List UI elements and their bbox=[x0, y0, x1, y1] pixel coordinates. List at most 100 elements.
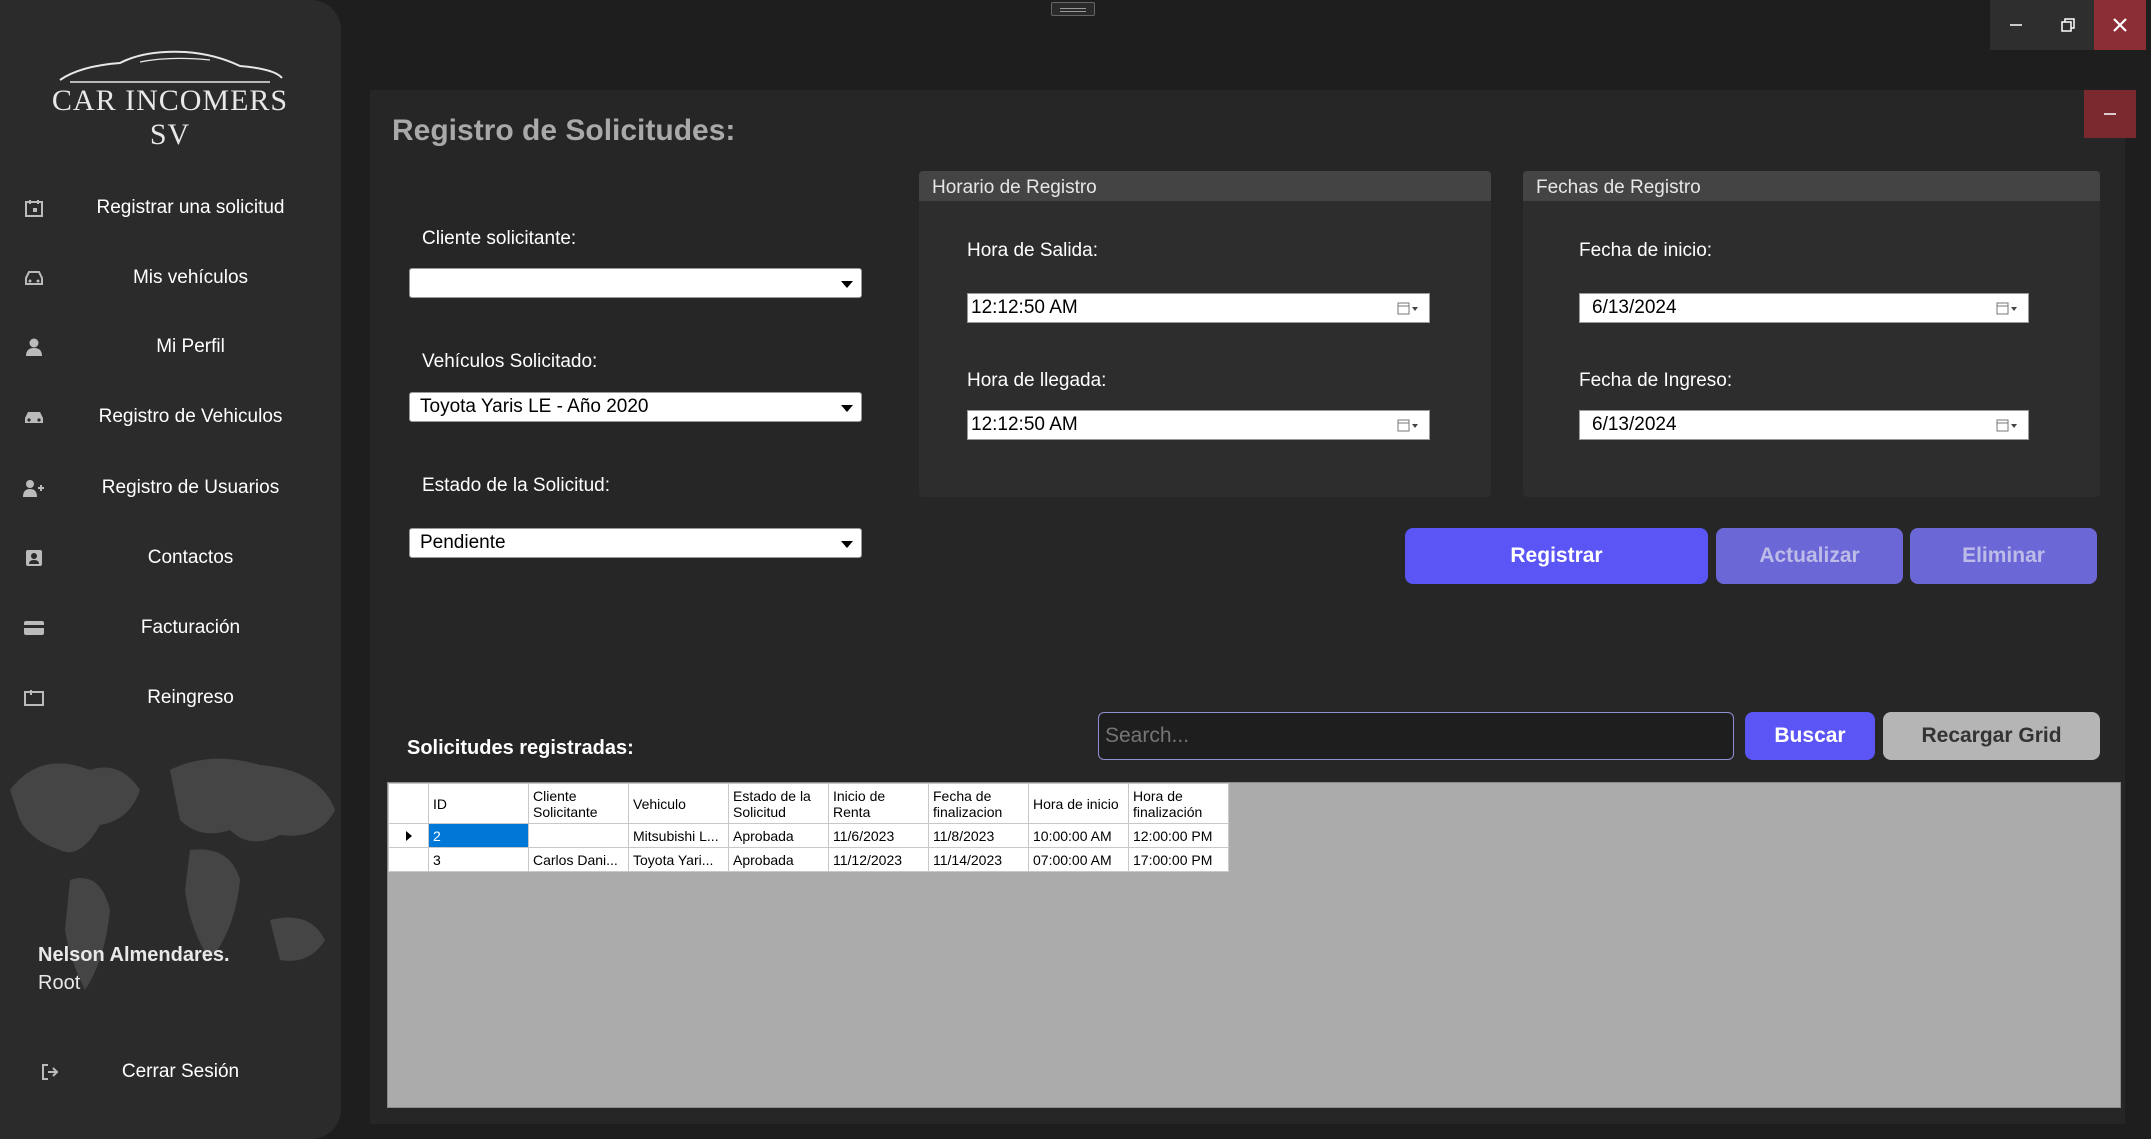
table-cell[interactable]: 11/12/2023 bbox=[828, 847, 929, 872]
logout-label: Cerrar Sesión bbox=[121, 1061, 240, 1082]
table-cell[interactable]: 12:00:00 PM bbox=[1128, 823, 1229, 848]
row-selector[interactable] bbox=[388, 847, 429, 872]
sidebar-item-label: Contactos bbox=[147, 547, 234, 568]
column-header[interactable]: Inicio de Renta bbox=[828, 783, 929, 824]
sidebar-item-registro-vehiculos[interactable]: Registro de Vehiculos bbox=[0, 389, 341, 445]
estado-select[interactable]: Pendiente bbox=[409, 528, 862, 558]
table-cell[interactable]: 3 bbox=[428, 847, 529, 872]
column-header[interactable]: Fecha de finalizacion bbox=[928, 783, 1029, 824]
page-title: Registro de Solicitudes: bbox=[392, 114, 736, 147]
column-header[interactable]: Vehiculo bbox=[628, 783, 729, 824]
table-cell[interactable]: 11/6/2023 bbox=[828, 823, 929, 848]
minimize-icon bbox=[2010, 24, 2022, 26]
chevron-down-icon bbox=[841, 541, 853, 548]
minimize-window-button[interactable] bbox=[1990, 0, 2042, 50]
buscar-button[interactable]: Buscar bbox=[1745, 712, 1875, 760]
window-drag-handle[interactable] bbox=[1051, 2, 1095, 16]
panel-minimize-button[interactable] bbox=[2084, 90, 2136, 138]
brand-name: CAR INCOMERS SV bbox=[51, 84, 289, 151]
calendar-dropdown-icon bbox=[1397, 419, 1418, 432]
table-cell[interactable] bbox=[528, 823, 629, 848]
table-cell[interactable]: 2 bbox=[428, 823, 529, 848]
logout-button[interactable]: Cerrar Sesión bbox=[0, 1044, 341, 1100]
table-cell[interactable]: 11/14/2023 bbox=[928, 847, 1029, 872]
sidebar-item-registrar-solicitud[interactable]: Registrar una solicitud bbox=[0, 180, 341, 236]
hora-salida-label: Hora de Salida: bbox=[967, 240, 1098, 261]
sidebar-item-label: Mi Perfil bbox=[156, 336, 225, 357]
fecha-inicio-picker[interactable]: 6/13/2024 bbox=[1579, 293, 2029, 323]
row-header-corner bbox=[388, 783, 429, 824]
search-input[interactable] bbox=[1098, 712, 1734, 760]
table-row[interactable]: 3 Carlos Dani... Toyota Yari... Aprobada… bbox=[388, 847, 1229, 872]
calendar-dropdown-icon bbox=[1397, 302, 1418, 315]
calendar-dropdown-icon bbox=[1996, 302, 2017, 315]
close-icon bbox=[2113, 18, 2127, 32]
grid-table: ID Cliente Solicitante Vehiculo Estado d… bbox=[388, 783, 1229, 872]
table-cell[interactable]: Aprobada bbox=[728, 823, 829, 848]
fecha-inicio-value: 6/13/2024 bbox=[1592, 297, 1677, 318]
car-logo-icon bbox=[59, 50, 283, 83]
recargar-grid-button[interactable]: Recargar Grid bbox=[1883, 712, 2100, 760]
registrar-button[interactable]: Registrar bbox=[1405, 528, 1708, 584]
sidebar-item-label: Registrar una solicitud bbox=[96, 197, 285, 218]
estado-label: Estado de la Solicitud: bbox=[422, 475, 611, 496]
fechas-title: Fechas de Registro bbox=[1536, 177, 1701, 198]
table-cell[interactable]: Carlos Dani... bbox=[528, 847, 629, 872]
sidebar-item-label: Reingreso bbox=[147, 687, 234, 708]
sidebar-item-registro-usuarios[interactable]: Registro de Usuarios bbox=[0, 460, 341, 516]
table-row[interactable]: 2 Mitsubishi L... Aprobada 11/6/2023 11/… bbox=[388, 823, 1229, 848]
sidebar-item-label: Facturación bbox=[140, 617, 241, 638]
vehiculo-select[interactable]: Toyota Yaris LE - Año 2020 bbox=[409, 392, 862, 422]
column-header[interactable]: Estado de la Solicitud bbox=[728, 783, 829, 824]
fecha-ingreso-picker[interactable]: 6/13/2024 bbox=[1579, 410, 2029, 440]
eliminar-button[interactable]: Eliminar bbox=[1910, 528, 2097, 584]
sidebar-item-reingreso[interactable]: Reingreso bbox=[0, 670, 341, 726]
sidebar-item-label: Registro de Usuarios bbox=[101, 477, 280, 498]
restore-window-button[interactable] bbox=[2042, 0, 2094, 50]
column-header[interactable]: ID bbox=[428, 783, 529, 824]
cliente-select[interactable] bbox=[409, 268, 862, 298]
restore-icon bbox=[2061, 18, 2075, 32]
cliente-label: Cliente solicitante: bbox=[422, 228, 577, 249]
table-cell[interactable]: 10:00:00 AM bbox=[1028, 823, 1129, 848]
hora-llegada-picker[interactable]: 12:12:50 AM bbox=[967, 410, 1430, 440]
sidebar-item-facturacion[interactable]: Facturación bbox=[0, 600, 341, 656]
solicitudes-grid[interactable]: ID Cliente Solicitante Vehiculo Estado d… bbox=[387, 782, 2121, 1108]
horario-groupbox: Horario de Registro Hora de Salida: 12:1… bbox=[919, 171, 1491, 497]
hora-salida-value: 12:12:50 AM bbox=[971, 297, 1078, 318]
fecha-inicio-label: Fecha de inicio: bbox=[1579, 240, 1713, 261]
calendar-dropdown-icon bbox=[1996, 419, 2017, 432]
actualizar-button[interactable]: Actualizar bbox=[1716, 528, 1903, 584]
close-window-button[interactable] bbox=[2094, 0, 2146, 50]
table-cell[interactable]: Toyota Yari... bbox=[628, 847, 729, 872]
table-cell[interactable]: 17:00:00 PM bbox=[1128, 847, 1229, 872]
user-role: Root bbox=[38, 972, 81, 994]
sidebar-item-label: Registro de Vehiculos bbox=[98, 406, 283, 427]
chevron-down-icon bbox=[841, 281, 853, 288]
column-header[interactable]: Hora de inicio bbox=[1028, 783, 1129, 824]
table-cell[interactable]: Mitsubishi L... bbox=[628, 823, 729, 848]
table-cell[interactable]: 11/8/2023 bbox=[928, 823, 1029, 848]
column-header[interactable]: Cliente Solicitante bbox=[528, 783, 629, 824]
hora-llegada-value: 12:12:50 AM bbox=[971, 414, 1078, 435]
row-pointer-icon bbox=[405, 830, 412, 841]
user-name: Nelson Almendares. bbox=[38, 944, 230, 966]
vehiculo-value: Toyota Yaris LE - Año 2020 bbox=[420, 396, 649, 417]
estado-value: Pendiente bbox=[420, 532, 506, 553]
table-cell[interactable]: Aprobada bbox=[728, 847, 829, 872]
sidebar-item-mis-vehiculos[interactable]: Mis vehículos bbox=[0, 250, 341, 306]
fecha-ingreso-label: Fecha de Ingreso: bbox=[1579, 370, 1733, 391]
sidebar-item-mi-perfil[interactable]: Mi Perfil bbox=[0, 319, 341, 375]
table-cell[interactable]: 07:00:00 AM bbox=[1028, 847, 1129, 872]
sidebar-item-contactos[interactable]: Contactos bbox=[0, 530, 341, 586]
fechas-groupbox: Fechas de Registro Fecha de inicio: 6/13… bbox=[1523, 171, 2100, 497]
vehiculo-label: Vehículos Solicitado: bbox=[422, 351, 598, 372]
grid-header-row: ID Cliente Solicitante Vehiculo Estado d… bbox=[388, 783, 1229, 824]
minimize-icon bbox=[2104, 113, 2116, 115]
brand-logo: CAR INCOMERS SV bbox=[50, 48, 290, 151]
hora-salida-picker[interactable]: 12:12:50 AM bbox=[967, 293, 1430, 323]
chevron-down-icon bbox=[841, 405, 853, 412]
sidebar: CAR INCOMERS SV Registrar una solicitud … bbox=[0, 0, 341, 1139]
column-header[interactable]: Hora de finalización bbox=[1128, 783, 1229, 824]
row-selector[interactable] bbox=[388, 823, 429, 848]
